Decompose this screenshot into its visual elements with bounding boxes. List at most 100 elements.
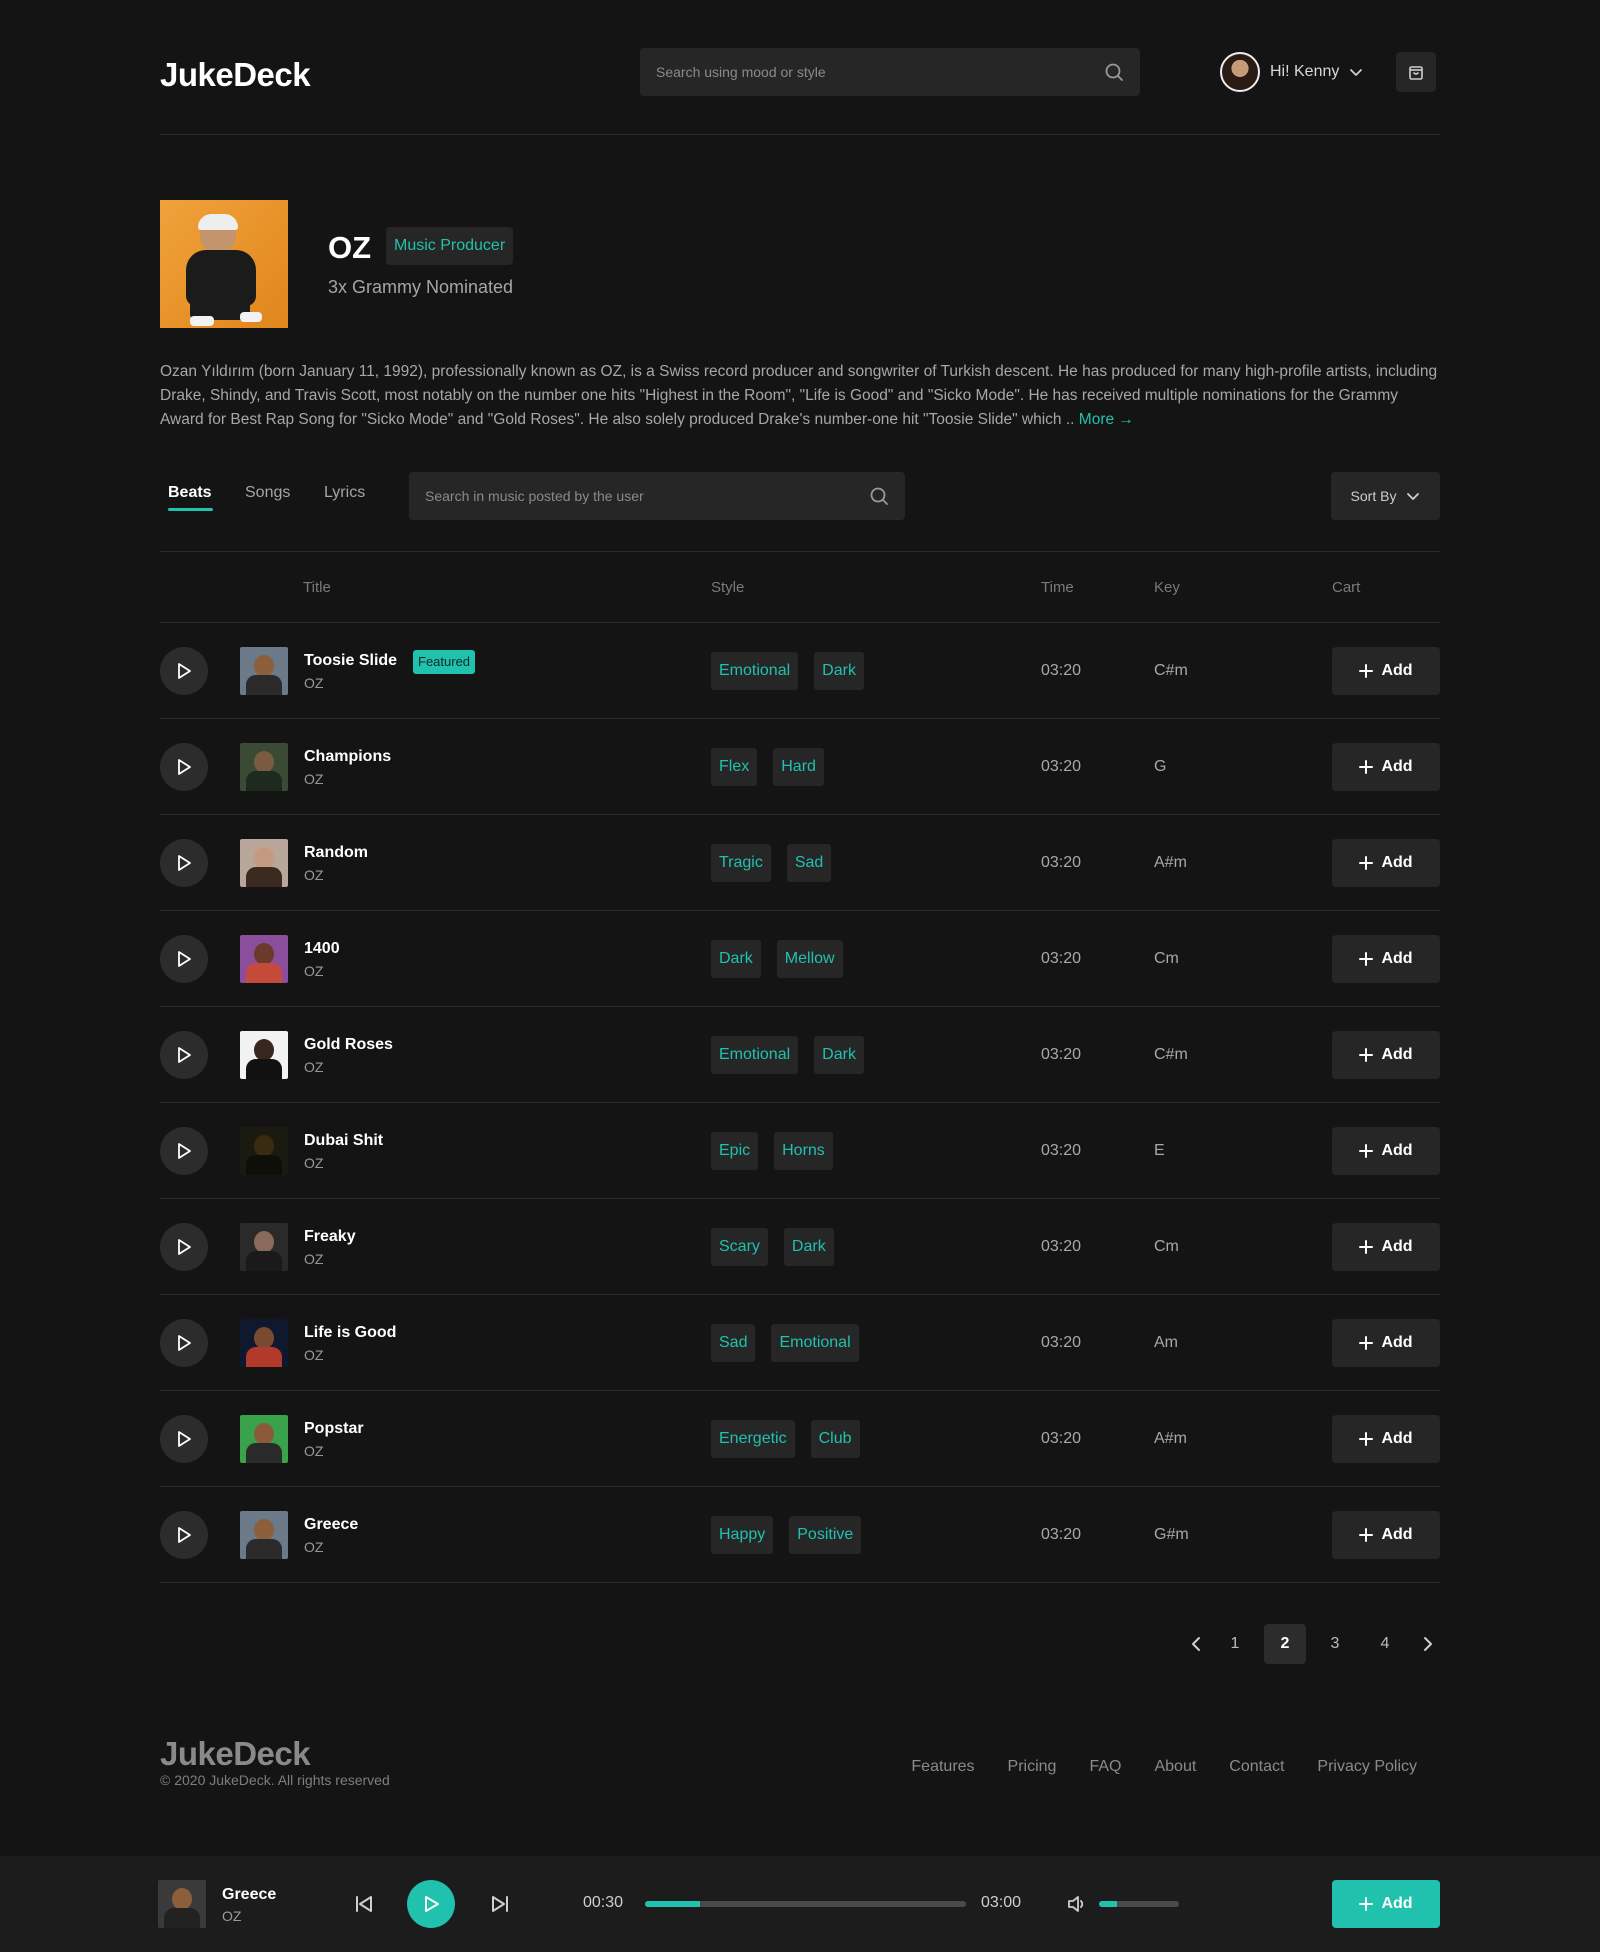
style-tag[interactable]: Epic [711, 1132, 759, 1170]
track-artist[interactable]: OZ [304, 963, 323, 979]
track-artist[interactable]: OZ [304, 1539, 323, 1555]
add-to-cart-button[interactable]: Add [1332, 1415, 1440, 1463]
style-tag[interactable]: Emotional [771, 1324, 859, 1362]
style-tag[interactable]: Flex [711, 748, 758, 786]
style-tag[interactable]: Dark [814, 1036, 864, 1074]
row-play-button[interactable] [160, 1415, 208, 1463]
style-tag[interactable]: Tragic [711, 844, 771, 882]
skip-next-icon[interactable] [488, 1892, 512, 1916]
search-icon[interactable] [869, 486, 889, 506]
row-play-button[interactable] [160, 839, 208, 887]
footer-link-privacy[interactable]: Privacy Policy [1317, 1758, 1417, 1776]
volume-slider[interactable] [1099, 1901, 1179, 1907]
cart-button[interactable] [1396, 52, 1436, 92]
style-tag[interactable]: Horns [774, 1132, 833, 1170]
footer-link-about[interactable]: About [1154, 1758, 1196, 1776]
style-tag[interactable]: Emotional [711, 1036, 799, 1074]
chevron-down-icon[interactable] [1349, 65, 1363, 79]
track-title[interactable]: Champions [304, 748, 391, 766]
row-play-button[interactable] [160, 1031, 208, 1079]
track-title[interactable]: Freaky [304, 1228, 356, 1246]
footer-link-features[interactable]: Features [911, 1758, 974, 1776]
track-artist[interactable]: OZ [304, 771, 323, 787]
volume-icon[interactable] [1066, 1893, 1088, 1915]
style-tag[interactable]: Sad [786, 844, 832, 882]
music-search[interactable] [409, 472, 905, 520]
progress-bar[interactable] [645, 1901, 966, 1907]
add-to-cart-button[interactable]: Add [1332, 1223, 1440, 1271]
track-title[interactable]: Greece [304, 1516, 358, 1534]
style-tag[interactable]: Club [810, 1420, 860, 1458]
style-tag[interactable]: Dark [783, 1228, 834, 1266]
track-title[interactable]: 1400 [304, 940, 340, 958]
page-4[interactable]: 4 [1364, 1624, 1406, 1664]
style-tag[interactable]: Sad [711, 1324, 756, 1362]
style-tag[interactable]: Dark [814, 652, 864, 690]
track-artist[interactable]: OZ [304, 1251, 323, 1267]
row-play-button[interactable] [160, 935, 208, 983]
user-menu[interactable]: Hi! Kenny [1220, 52, 1363, 92]
skip-previous-icon[interactable] [352, 1892, 376, 1916]
track-artist[interactable]: OZ [304, 1347, 323, 1363]
add-to-cart-button[interactable]: Add [1332, 839, 1440, 887]
music-search-input[interactable] [425, 472, 845, 520]
player-add-to-cart-button[interactable]: Add [1332, 1880, 1440, 1928]
track-artist[interactable]: OZ [304, 1155, 323, 1171]
add-to-cart-button[interactable]: Add [1332, 1127, 1440, 1175]
track-artist[interactable]: OZ [304, 1443, 323, 1459]
style-tag[interactable]: Emotional [711, 652, 799, 690]
add-to-cart-button[interactable]: Add [1332, 743, 1440, 791]
play-pause-button[interactable] [407, 1880, 455, 1928]
row-play-button[interactable] [160, 1223, 208, 1271]
footer-link-faq[interactable]: FAQ [1089, 1758, 1121, 1776]
search-icon[interactable] [1104, 62, 1124, 82]
tab-songs[interactable]: Songs [245, 484, 290, 502]
add-to-cart-button[interactable]: Add [1332, 935, 1440, 983]
footer-link-contact[interactable]: Contact [1229, 1758, 1284, 1776]
page-3[interactable]: 3 [1314, 1624, 1356, 1664]
style-tags: Tragic Sad [711, 844, 832, 882]
plus-icon [1359, 1432, 1374, 1446]
track-title[interactable]: Toosie Slide [304, 652, 397, 670]
add-to-cart-button[interactable]: Add [1332, 647, 1440, 695]
track-artist[interactable]: OZ [304, 867, 323, 883]
chevron-down-icon [1407, 493, 1420, 500]
row-play-button[interactable] [160, 1511, 208, 1559]
row-play-button[interactable] [160, 743, 208, 791]
style-tag[interactable]: Happy [711, 1516, 774, 1554]
row-play-button[interactable] [160, 647, 208, 695]
track-artist[interactable]: OZ [304, 1059, 323, 1075]
page-1[interactable]: 1 [1214, 1624, 1256, 1664]
style-tag[interactable]: Positive [789, 1516, 862, 1554]
row-play-button[interactable] [160, 1319, 208, 1367]
sort-by-button[interactable]: Sort By [1331, 472, 1440, 520]
track-title[interactable]: Dubai Shit [304, 1132, 383, 1150]
track-title[interactable]: Life is Good [304, 1324, 396, 1342]
add-to-cart-button[interactable]: Add [1332, 1511, 1440, 1559]
style-tag[interactable]: Scary [711, 1228, 768, 1266]
global-search[interactable] [640, 48, 1140, 96]
avatar[interactable] [1220, 52, 1260, 92]
track-title[interactable]: Popstar [304, 1420, 364, 1438]
bio-more-link[interactable]: More → [1079, 411, 1134, 428]
chevron-right-icon[interactable] [1418, 1634, 1438, 1654]
style-tag[interactable]: Hard [773, 748, 824, 786]
row-play-button[interactable] [160, 1127, 208, 1175]
chevron-left-icon[interactable] [1186, 1634, 1206, 1654]
page-2[interactable]: 2 [1264, 1624, 1306, 1664]
track-title[interactable]: Gold Roses [304, 1036, 393, 1054]
user-greeting[interactable]: Hi! Kenny [1270, 63, 1339, 81]
track-title[interactable]: Random [304, 844, 368, 862]
style-tag[interactable]: Mellow [776, 940, 843, 978]
track-artist[interactable]: OZ [304, 675, 323, 691]
style-tag[interactable]: Energetic [711, 1420, 795, 1458]
add-to-cart-button[interactable]: Add [1332, 1031, 1440, 1079]
footer-link-pricing[interactable]: Pricing [1008, 1758, 1057, 1776]
global-search-input[interactable] [656, 48, 1076, 96]
tab-beats[interactable]: Beats [168, 484, 212, 502]
footer-logo[interactable]: JukeDeck [160, 1735, 311, 1773]
style-tag[interactable]: Dark [711, 940, 761, 978]
tab-lyrics[interactable]: Lyrics [324, 484, 365, 502]
logo[interactable]: JukeDeck [160, 56, 311, 94]
add-to-cart-button[interactable]: Add [1332, 1319, 1440, 1367]
